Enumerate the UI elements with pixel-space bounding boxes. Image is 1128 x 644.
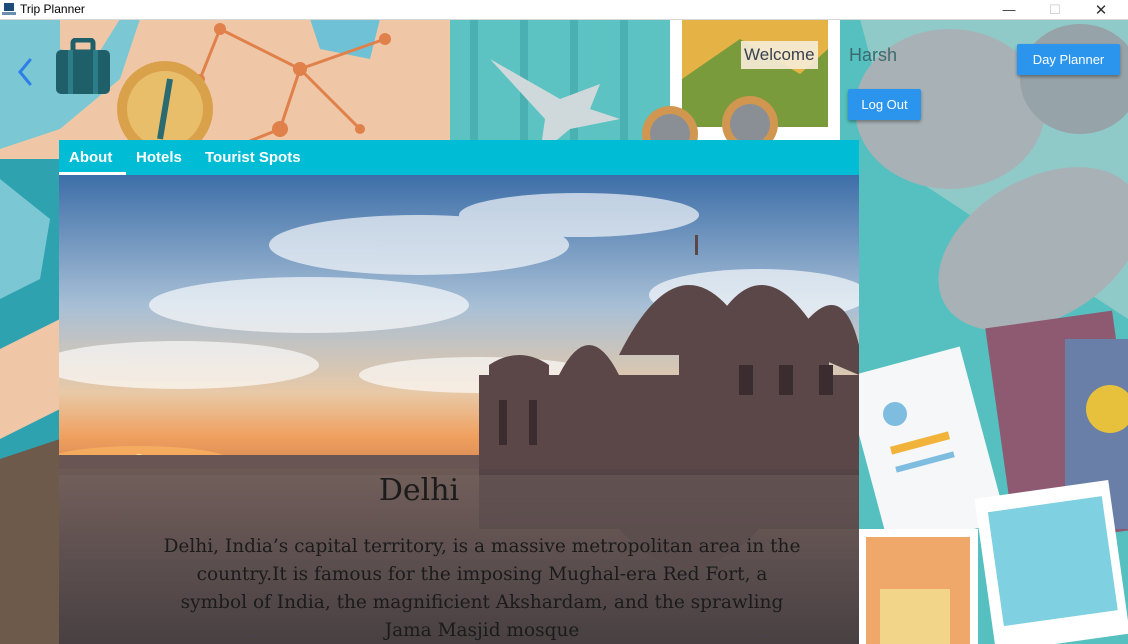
logout-button[interactable]: Log Out xyxy=(848,89,921,120)
tab-bar: About Hotels Tourist Spots xyxy=(59,140,859,175)
window-title: Trip Planner xyxy=(20,2,85,16)
suitcase-icon xyxy=(56,38,110,94)
city-photo: Delhi Delhi, India’s capital territory, … xyxy=(59,175,859,644)
back-arrow-icon[interactable] xyxy=(12,56,38,88)
tab-tourist-spots[interactable]: Tourist Spots xyxy=(205,140,301,175)
city-info-card: About Hotels Tourist Spots Delhi Delhi, … xyxy=(59,140,859,644)
window-titlebar: Trip Planner — ☐ ✕ xyxy=(0,0,1128,20)
city-name: Delhi xyxy=(378,473,460,508)
city-description: Delhi, India’s capital territory, is a m… xyxy=(163,536,801,641)
username-label: Harsh xyxy=(849,45,898,65)
day-planner-button[interactable]: Day Planner xyxy=(1017,44,1120,75)
app-logo-icon xyxy=(2,3,16,15)
tab-about[interactable]: About xyxy=(69,140,112,175)
welcome-label: Welcome xyxy=(741,41,818,69)
maximize-button[interactable]: ☐ xyxy=(1032,0,1078,19)
minimize-button[interactable]: — xyxy=(986,0,1032,19)
tab-hotels[interactable]: Hotels xyxy=(136,140,182,175)
close-button[interactable]: ✕ xyxy=(1078,0,1124,19)
